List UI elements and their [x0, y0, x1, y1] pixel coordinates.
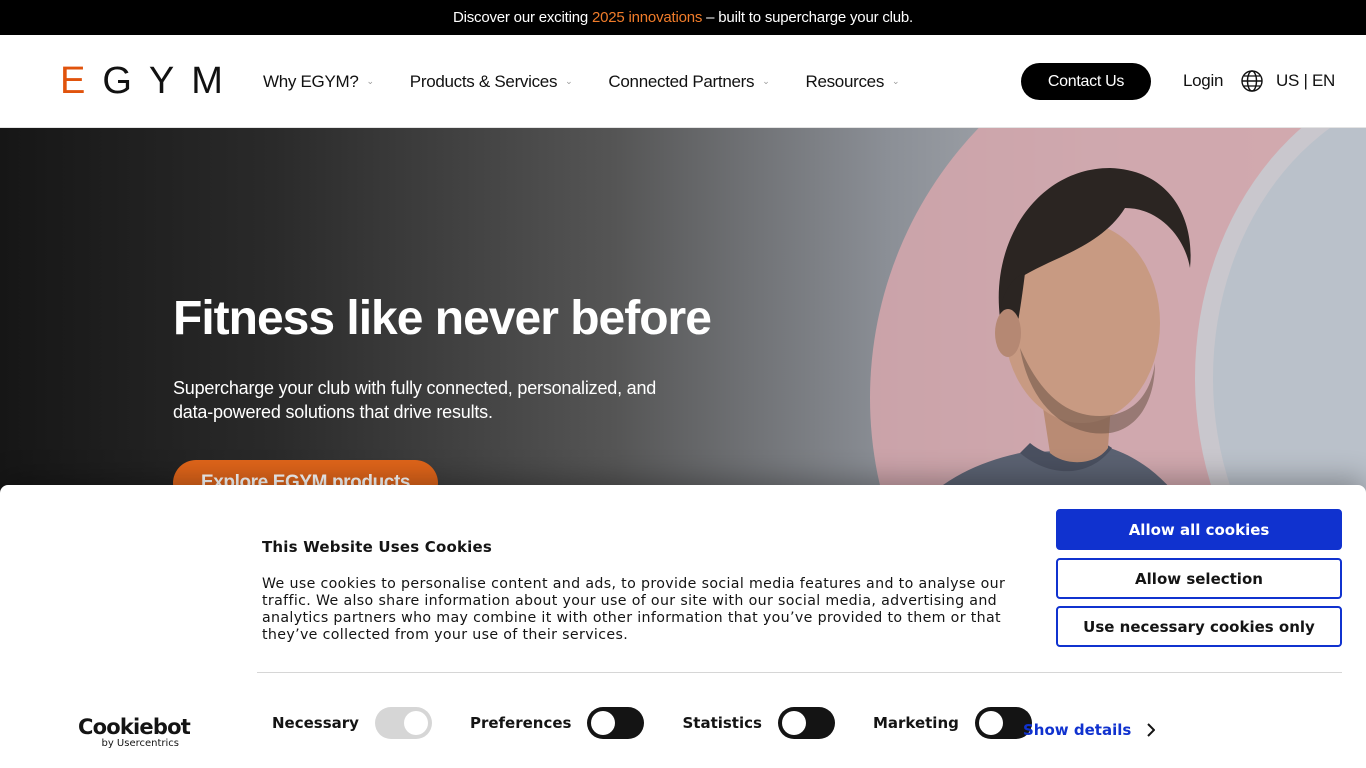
cookie-banner-text: We use cookies to personalise content an… [262, 576, 1006, 643]
toggle-statistics: Statistics [682, 706, 835, 739]
logo-letter: E [60, 60, 103, 102]
toggle-label: Marketing [872, 713, 959, 732]
switch-knob [403, 710, 428, 735]
locale-label: US | EN [1276, 71, 1335, 90]
logo-letter: G [102, 60, 149, 102]
contact-us-button[interactable]: Contact Us [1021, 63, 1151, 100]
switch-knob [978, 710, 1003, 735]
nav-item-label: Connected Partners [608, 71, 755, 91]
locale-selector[interactable]: US | EN [1241, 70, 1335, 92]
logo-letter: Y [148, 60, 192, 102]
statistics-switch[interactable] [777, 706, 835, 739]
chevron-down-icon: ⌄ [762, 76, 770, 86]
announcement-bar: Discover our exciting 2025 innovations –… [0, 0, 1366, 35]
switch-knob [591, 710, 616, 735]
toggle-necessary: Necessary [272, 706, 432, 739]
show-details-link[interactable]: Show details [1023, 721, 1156, 739]
hero-subtitle: Supercharge your club with fully connect… [173, 378, 657, 422]
announcement-suffix: – built to supercharge your club. [702, 9, 914, 26]
chevron-right-icon [1147, 723, 1156, 737]
announcement-prefix: Discover our exciting [452, 9, 592, 26]
globe-icon [1241, 70, 1263, 92]
nav-item-label: Resources [805, 71, 885, 91]
nav-item-label: Products & Services [409, 71, 558, 91]
logo-letter: M [191, 60, 240, 102]
toggle-label: Statistics [682, 713, 762, 732]
necessary-switch [374, 706, 432, 739]
necessary-cookies-only-button[interactable]: Use necessary cookies only [1056, 606, 1342, 647]
cookie-banner-divider [257, 672, 1342, 673]
site-header: E G Y M Why EGYM? ⌄ Products & Services … [0, 35, 1366, 128]
toggle-label: Preferences [469, 713, 572, 732]
cookiebot-logo-subtext: by Usercentrics [101, 738, 179, 749]
login-link[interactable]: Login [1183, 71, 1223, 91]
cookie-category-toggles: Necessary Preferences Statistics Marketi… [272, 706, 1070, 739]
toggle-marketing: Marketing [872, 706, 1032, 739]
hero-title: Fitness like never before [173, 292, 712, 345]
cookie-banner-title: This Website Uses Cookies [262, 538, 493, 556]
toggle-preferences: Preferences [469, 706, 645, 739]
announcement-link[interactable]: 2025 innovations [592, 9, 702, 26]
nav-item-resources[interactable]: Resources ⌄ [805, 72, 899, 92]
chevron-down-icon: ⌄ [892, 76, 900, 86]
nav-item-label: Why EGYM? [263, 71, 359, 91]
nav-item-connected-partners[interactable]: Connected Partners ⌄ [608, 72, 769, 92]
cookie-consent-banner: Cookiebot by Usercentrics This Website U… [0, 485, 1366, 768]
main-nav: Why EGYM? ⌄ Products & Services ⌄ Connec… [263, 35, 935, 128]
cookiebot-logo-text: Cookiebot [78, 715, 191, 739]
chevron-down-icon: ⌄ [565, 76, 573, 86]
cookiebot-logo: Cookiebot by Usercentrics [78, 715, 191, 750]
allow-selection-button[interactable]: Allow selection [1056, 558, 1342, 599]
switch-knob [781, 710, 806, 735]
nav-item-why-egym[interactable]: Why EGYM? ⌄ [263, 72, 374, 92]
show-details-label: Show details [1023, 721, 1132, 739]
toggle-label: Necessary [272, 713, 359, 732]
nav-item-products-services[interactable]: Products & Services ⌄ [410, 72, 573, 92]
egym-logo[interactable]: E G Y M [60, 60, 240, 102]
preferences-switch[interactable] [587, 706, 645, 739]
chevron-down-icon: ⌄ [366, 76, 375, 86]
allow-all-cookies-button[interactable]: Allow all cookies [1056, 509, 1342, 550]
